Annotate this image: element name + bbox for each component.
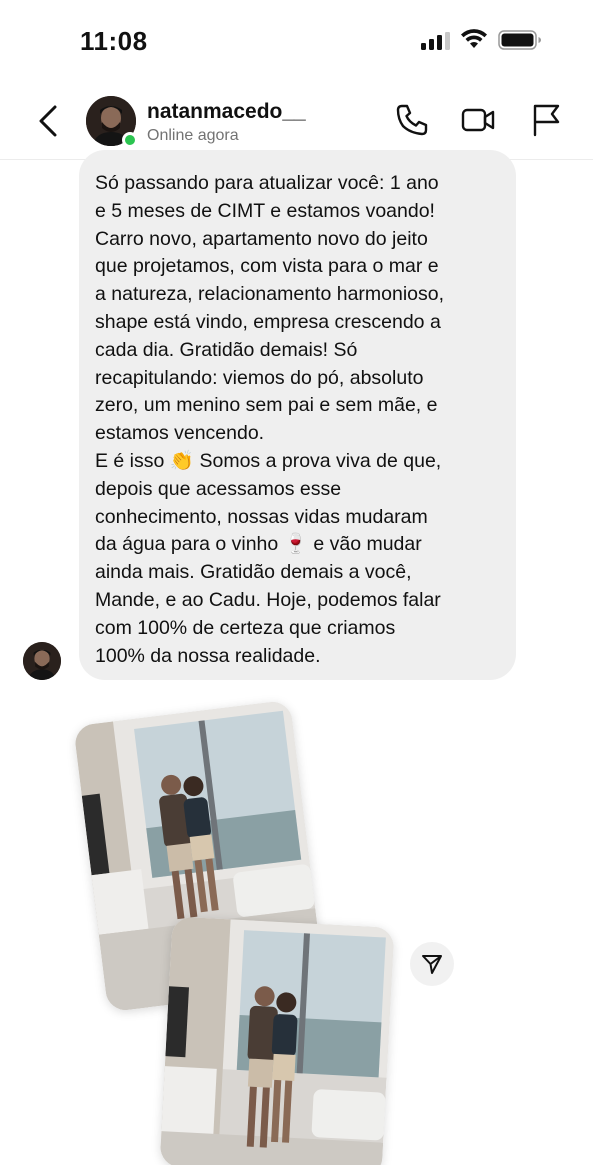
dm-screen: 11:08 natanmacedo__ Online agora Só pass… [0, 0, 593, 1165]
send-icon [422, 955, 442, 974]
video-camera-icon[interactable] [460, 102, 496, 138]
contact-avatar[interactable] [86, 96, 138, 148]
phone-icon[interactable] [394, 102, 430, 138]
message-text: Só passando para atualizar você: 1 ano e… [95, 172, 445, 667]
flag-icon[interactable] [528, 102, 564, 138]
message-bubble[interactable]: Só passando para atualizar você: 1 ano e… [79, 150, 516, 680]
status-time: 11:08 [80, 26, 148, 56]
sender-avatar[interactable] [23, 642, 61, 680]
cellular-signal-icon [421, 32, 450, 50]
status-bar: 11:08 [0, 0, 593, 80]
online-status-dot [122, 132, 138, 148]
chevron-left-icon[interactable] [36, 104, 62, 138]
battery-icon [498, 30, 541, 50]
contact-username[interactable]: natanmacedo__ [147, 100, 306, 124]
contact-activity-status: Online agora [147, 127, 239, 144]
shared-photo-2[interactable] [159, 916, 395, 1165]
wifi-icon [461, 29, 487, 48]
conversation-header: natanmacedo__ Online agora [0, 84, 593, 160]
share-button[interactable] [410, 942, 454, 986]
